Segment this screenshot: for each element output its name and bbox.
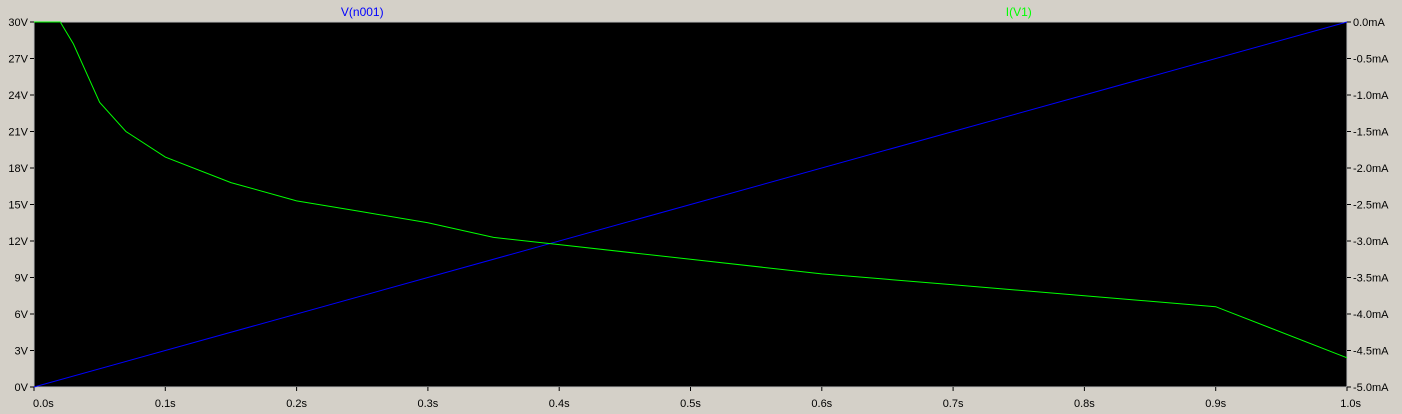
y-right-tick-label: -1.0mA — [1353, 90, 1389, 102]
y-left-tick-label: 6V — [15, 309, 29, 321]
y-left-tick-label: 0V — [15, 382, 29, 394]
x-tick-label: 0.8s — [1074, 398, 1095, 410]
y-left-tick-label: 9V — [15, 273, 29, 285]
x-tick-label: 0.5s — [680, 398, 701, 410]
trace-label-current[interactable]: I(V1) — [1006, 5, 1032, 19]
y-right-tick-label: -0.5mA — [1353, 54, 1389, 66]
x-tick-label: 0.9s — [1205, 398, 1226, 410]
x-tick-label: 0.4s — [549, 398, 570, 410]
waveform-chart: 0V 3V 6V 9V 12V 15V 18V 21V 24V 27V 30V -5.0mA -4.5m… — [8, 5, 1389, 410]
y-left-tick-label: 30V — [8, 17, 28, 29]
y-left-tick-label: 24V — [8, 90, 28, 102]
y-right-tick-label: -4.0mA — [1353, 309, 1389, 321]
x-tick-label: 0.6s — [811, 398, 832, 410]
y-right-tick-label: -4.5mA — [1353, 346, 1389, 358]
trace-label-voltage[interactable]: V(n001) — [341, 5, 384, 19]
y-left-tick-label: 27V — [8, 54, 28, 66]
y-right-tick-label: -2.5mA — [1353, 200, 1389, 212]
y-left-tick-label: 3V — [15, 346, 29, 358]
x-tick-label: 0.3s — [418, 398, 439, 410]
x-tick-label: 0.7s — [943, 398, 964, 410]
y-left-tick-label: 21V — [8, 127, 28, 139]
y-right-tick-label: -5.0mA — [1353, 382, 1389, 394]
y-left-tick-label: 18V — [8, 163, 28, 175]
y-right-tick-label: -1.5mA — [1353, 127, 1389, 139]
y-right-tick-label: -3.0mA — [1353, 236, 1389, 248]
y-left-tick-label: 15V — [8, 200, 28, 212]
x-tick-label: 0.0s — [33, 398, 54, 410]
x-tick-label: 1.0s — [1340, 398, 1361, 410]
y-left-tick-label: 12V — [8, 236, 28, 248]
waveform-plot: 0V 3V 6V 9V 12V 15V 18V 21V 24V 27V 30V -5.0mA -4.5m… — [0, 0, 1402, 414]
x-tick-label: 0.2s — [286, 398, 307, 410]
x-tick-label: 0.1s — [155, 398, 176, 410]
y-right-tick-label: -2.0mA — [1353, 163, 1389, 175]
y-right-tick-label: 0.0mA — [1353, 17, 1385, 29]
y-right-tick-label: -3.5mA — [1353, 273, 1389, 285]
